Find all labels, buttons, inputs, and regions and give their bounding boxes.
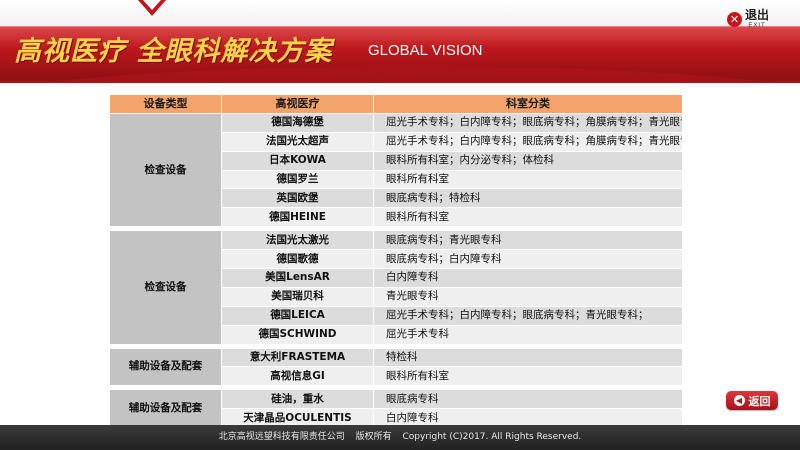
page-subtitle-en: GLOBAL VISION xyxy=(368,42,483,59)
page-title: 高视医疗 全眼科解决方案 xyxy=(14,36,333,67)
department-cell: 眼科所有科室 xyxy=(373,366,683,387)
back-label: 返回 xyxy=(748,394,771,408)
header-notch-decoration xyxy=(138,0,166,16)
brand-cell: 德国HEINE xyxy=(221,207,374,228)
exit-button[interactable]: ✕ 退出 EXIT xyxy=(727,6,783,32)
footer-copyright: Copyright (C)2017. All Rights Reserved. xyxy=(402,432,582,442)
department-cell: 眼科所有科室 xyxy=(373,207,683,228)
device-category-cell: 检查设备 xyxy=(109,230,222,345)
exit-label-group: 退出 EXIT xyxy=(745,7,770,30)
footer-rights: 版权所有 xyxy=(355,432,392,442)
department-cell: 眼底病专科 xyxy=(373,389,683,410)
device-category-cell: 辅助设备及配套 xyxy=(109,347,222,387)
footer: 北京高视远望科技有限责任公司 版权所有 Copyright (C)2017. A… xyxy=(0,425,800,450)
brand-cell: 德国海德堡 xyxy=(221,112,374,133)
brand-cell: 法国光太激光 xyxy=(221,230,374,251)
brand-cell: 美国瑞贝科 xyxy=(221,286,374,307)
department-cell: 眼底病专科；青光眼专科 xyxy=(373,230,683,251)
brand-cell: 日本KOWA xyxy=(221,150,374,171)
exit-label-en: EXIT xyxy=(748,22,766,29)
footer-company: 北京高视远望科技有限责任公司 xyxy=(218,432,345,442)
device-category-cell: 辅助设备及配套 xyxy=(109,389,222,429)
brand-cell: 德国罗兰 xyxy=(221,169,374,190)
brand-cell: 高视信息GI xyxy=(221,366,374,387)
equipment-table: 设备类型 高视医疗 科室分类 检查设备 德国海德堡 屈光手术专科；白内障专科；眼底病… xyxy=(109,94,683,429)
table-header-row: 设备类型 高视医疗 科室分类 xyxy=(109,94,683,114)
table-row: 辅助设备及配套 意大利FRASTEMA 特检科 xyxy=(109,347,683,387)
department-cell: 白内障专科 xyxy=(373,268,683,288)
brand-cell: 意大利FRASTEMA xyxy=(221,347,374,368)
department-cell: 眼科所有科室；内分泌专科；体检科 xyxy=(373,150,683,171)
department-cell: 屈光手术专科；白内障专科；眼底病专科；青光眼专科； xyxy=(373,305,683,326)
back-button[interactable]: ◀ 返回 xyxy=(726,391,778,410)
brand-cell: 德国SCHWIND xyxy=(221,324,374,345)
column-header-brand: 高视医疗 xyxy=(221,94,374,114)
brand-cell: 美国LensAR xyxy=(221,268,374,288)
brand-cell: 德国歌德 xyxy=(221,249,374,270)
table-row: 检查设备德国海德堡屈光手术专科；白内障专科；眼底病专科；角膜病专科；青光眼专科；… xyxy=(109,112,683,228)
brand-cell: 硅油，重水 xyxy=(221,389,374,410)
column-header-type: 设备类型 xyxy=(109,94,222,114)
table-body: 检查设备德国海德堡屈光手术专科；白内障专科；眼底病专科；角膜病专科；青光眼专科；… xyxy=(109,112,683,429)
brand-cell: 英国欧堡 xyxy=(221,188,374,209)
department-cell: 眼科所有科室 xyxy=(373,169,683,190)
brand-cell: 德国LEICA xyxy=(221,305,374,326)
back-arrow-icon: ◀ xyxy=(733,395,745,406)
table-row: 检查设备 法国光太激光 眼底病专科；青光眼专科 xyxy=(109,230,683,345)
column-header-dept: 科室分类 xyxy=(373,94,683,114)
header-banner: 高视医疗 全眼科解决方案 GLOBAL VISION xyxy=(0,0,800,83)
department-cell: 屈光手术专科；白内障专科；眼底病专科；角膜病专科；青光眼专科；特检科 xyxy=(373,112,683,133)
exit-label: 退出 xyxy=(745,7,770,22)
device-category-cell: 检查设备 xyxy=(109,112,222,228)
department-cell: 眼底病专科；白内障专科 xyxy=(373,249,683,270)
table-row: 辅助设备及配套 硅油，重水 眼底病专科 xyxy=(109,389,683,429)
brand-cell: 法国光太超声 xyxy=(221,131,374,152)
department-cell: 青光眼专科 xyxy=(373,286,683,307)
close-icon: ✕ xyxy=(727,11,742,27)
department-cell: 特检科 xyxy=(373,347,683,368)
department-cell: 屈光手术专科 xyxy=(373,324,683,345)
department-cell: 屈光手术专科；白内障专科；眼底病专科；角膜病专科；青光眼专科；特检科 xyxy=(373,131,683,152)
department-cell: 眼底病专科；特检科 xyxy=(373,188,683,209)
